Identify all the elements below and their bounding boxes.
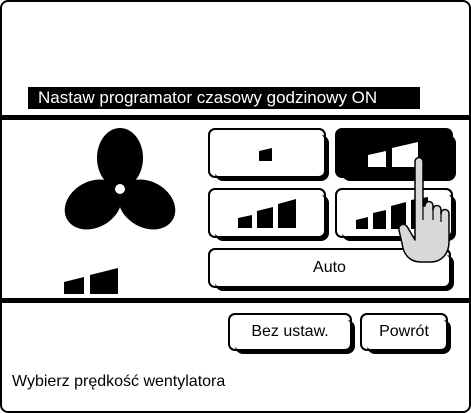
auto-speed-label: Auto	[313, 259, 346, 276]
fan-speed-4-icon	[356, 197, 428, 229]
fan-speed-1-button[interactable]	[208, 128, 329, 181]
page-title: Nastaw programator czasowy godzinowy ON	[28, 87, 420, 109]
back-label: Powrót	[379, 323, 429, 340]
fan-speed-3-button[interactable]	[208, 188, 329, 241]
current-fan-speed-indicator	[64, 268, 118, 294]
fan-speed-3-icon	[238, 199, 296, 228]
no-setting-label: Bez ustaw.	[251, 323, 329, 340]
remote-controller-screen: Nastaw programator czasowy godzinowy ON	[0, 0, 471, 413]
status-hint: Wybierz prędkość wentylatora	[12, 373, 226, 390]
back-button[interactable]: Powrót	[360, 313, 451, 354]
bottom-divider	[2, 298, 469, 303]
fan-icon	[64, 128, 176, 230]
no-setting-button[interactable]: Bez ustaw.	[228, 313, 355, 354]
fan-speed-2-icon	[368, 142, 418, 167]
top-divider	[2, 115, 469, 120]
auto-speed-button[interactable]: Auto	[208, 248, 454, 291]
fan-speed-2-button[interactable]	[335, 128, 456, 181]
fan-speed-4-button[interactable]	[335, 188, 456, 241]
fan-speed-1-icon	[259, 148, 272, 161]
